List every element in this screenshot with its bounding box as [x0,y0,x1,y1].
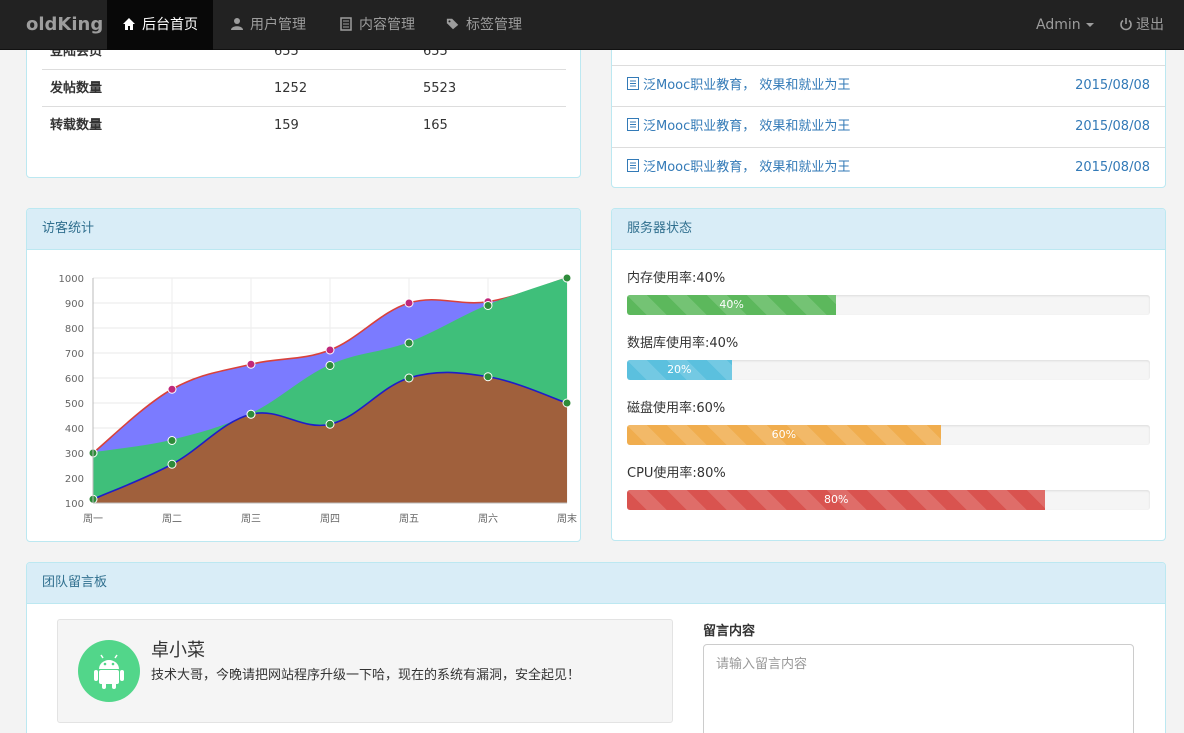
x-tick-label: 周末 [557,512,577,525]
news-date: 2015/08/08 [1075,78,1150,93]
news-date: 2015/08/08 [1075,119,1150,134]
cpu-progress: 80% [627,490,1150,510]
news-date: 2015/08/08 [1075,160,1150,175]
document-icon [627,159,639,172]
database-usage-label: 数据库使用率:40% [627,336,739,351]
message-board-panel: 团队留言板 卓小菜 技术大哥，今晚请把网站程序升级一下哈，现在的系统有漏洞，安全… [26,562,1166,733]
message-text: 技术大哥，今晚请把网站程序升级一下哈，现在的系统有漏洞，安全起见！ [151,668,581,683]
list-icon [340,17,352,31]
news-item[interactable]: 泛Mooc职业教育， 效果和就业为王 2015/08/08 [612,65,1165,106]
y-tick-label: 100 [65,499,84,510]
data-point [246,359,256,369]
data-point [562,398,572,408]
disk-usage-label: 磁盘使用率:60% [627,401,726,416]
data-point [325,419,335,429]
data-point [483,372,493,382]
tags-icon [446,18,459,30]
panel-title: 团队留言板 [27,563,1165,604]
x-tick-label: 周四 [320,513,340,525]
memory-progress: 40% [627,295,1150,315]
y-tick-label: 300 [65,449,84,460]
x-tick-label: 周一 [83,513,103,525]
nav-item-tags[interactable]: 标签管理 [431,0,537,50]
nav-item-home[interactable]: 后台首页 [107,0,213,50]
brand-logo[interactable]: oldKing [26,0,103,50]
y-tick-label: 600 [65,374,84,385]
home-icon [123,18,135,30]
nav-item-content[interactable]: 内容管理 [324,0,430,50]
panel-title: 访客统计 [27,209,580,250]
table-row: 转载数量 159 165 [42,106,566,143]
news-item[interactable]: 泛Mooc职业教育， 效果和就业为王 2015/08/08 [612,106,1165,147]
news-title: 泛Mooc职业教育， 效果和就业为王 [643,160,851,175]
progress-bar: 20% [627,360,732,380]
row-label: 发帖数量 [50,81,103,96]
row-value: 1252 [274,81,308,96]
data-point [325,361,335,370]
user-icon [231,18,243,30]
database-progress: 20% [627,360,1150,380]
row-value: 165 [423,118,448,133]
y-tick-label: 700 [65,349,84,360]
admin-name: Admin [1036,17,1081,33]
admin-dropdown[interactable]: Admin [1036,0,1094,50]
nav-item-label: 用户管理 [250,17,306,33]
caret-down-icon [1085,23,1094,27]
data-point [167,384,177,394]
data-point [404,373,414,383]
y-tick-label: 800 [65,324,84,335]
table-row: 发帖数量 1252 5523 [42,69,566,106]
progress-bar: 60% [627,425,941,445]
data-point [167,436,177,445]
message-author: 卓小菜 [151,640,205,661]
row-label: 转载数量 [50,118,103,133]
x-tick-label: 周六 [478,513,498,525]
row-value: 5523 [423,81,457,96]
y-tick-label: 200 [65,474,84,485]
message-card: 卓小菜 技术大哥，今晚请把网站程序升级一下哈，现在的系统有漏洞，安全起见！ [57,619,673,723]
news-item[interactable]: 泛Mooc职业教育， 效果和就业为王 2015/08/08 [612,147,1165,188]
news-title: 泛Mooc职业教育， 效果和就业为王 [643,78,851,93]
data-point [404,298,414,308]
document-icon [627,118,639,131]
x-tick-label: 周五 [399,513,419,525]
logout-link[interactable]: 退出 [1119,0,1164,50]
disk-progress: 60% [627,425,1150,445]
message-form-label: 留言内容 [703,624,756,639]
data-point [246,409,256,419]
data-point [404,338,414,348]
nav-item-label: 内容管理 [359,17,415,33]
visitor-chart: 100 200 300 400 500 600 700 800 900 1000 周一 周二 周三 周四 周… [59,273,577,525]
android-icon [94,654,124,689]
logout-label: 退出 [1136,17,1164,33]
data-point [562,273,572,283]
server-status-panel: 服务器状态 内存使用率:40% 40% 数据库使用率:40% 20% 磁盘使用率… [611,208,1166,541]
progress-bar: 80% [627,490,1046,510]
document-icon [627,77,639,90]
nav-item-label: 后台首页 [142,17,198,33]
power-icon [1120,18,1132,31]
y-tick-label: 1000 [59,274,84,285]
top-navbar: oldKing 后台首页 用户管理 内容管理 标签管理 Admin 退出 [0,0,1184,50]
y-tick-label: 400 [65,424,84,435]
progress-bar: 40% [627,295,837,315]
data-point [167,459,177,469]
x-tick-label: 周二 [162,513,182,525]
nav-item-users[interactable]: 用户管理 [215,0,321,50]
memory-usage-label: 内存使用率:40% [627,271,726,286]
news-title: 泛Mooc职业教育， 效果和就业为王 [643,119,851,134]
data-point [325,345,335,355]
cpu-usage-label: CPU使用率:80% [627,466,726,481]
data-point [483,301,493,310]
nav-item-label: 标签管理 [466,17,522,33]
message-input[interactable]: 请输入留言内容 [703,644,1134,733]
y-tick-label: 900 [65,299,84,310]
panel-title: 服务器状态 [612,209,1165,250]
avatar [78,640,140,702]
visitor-stats-panel: 访客统计 100 200 300 400 500 600 700 800 900 1000 周一 周二… [26,208,581,542]
y-tick-label: 500 [65,399,84,410]
row-value: 159 [274,118,299,133]
x-tick-label: 周三 [241,513,261,525]
